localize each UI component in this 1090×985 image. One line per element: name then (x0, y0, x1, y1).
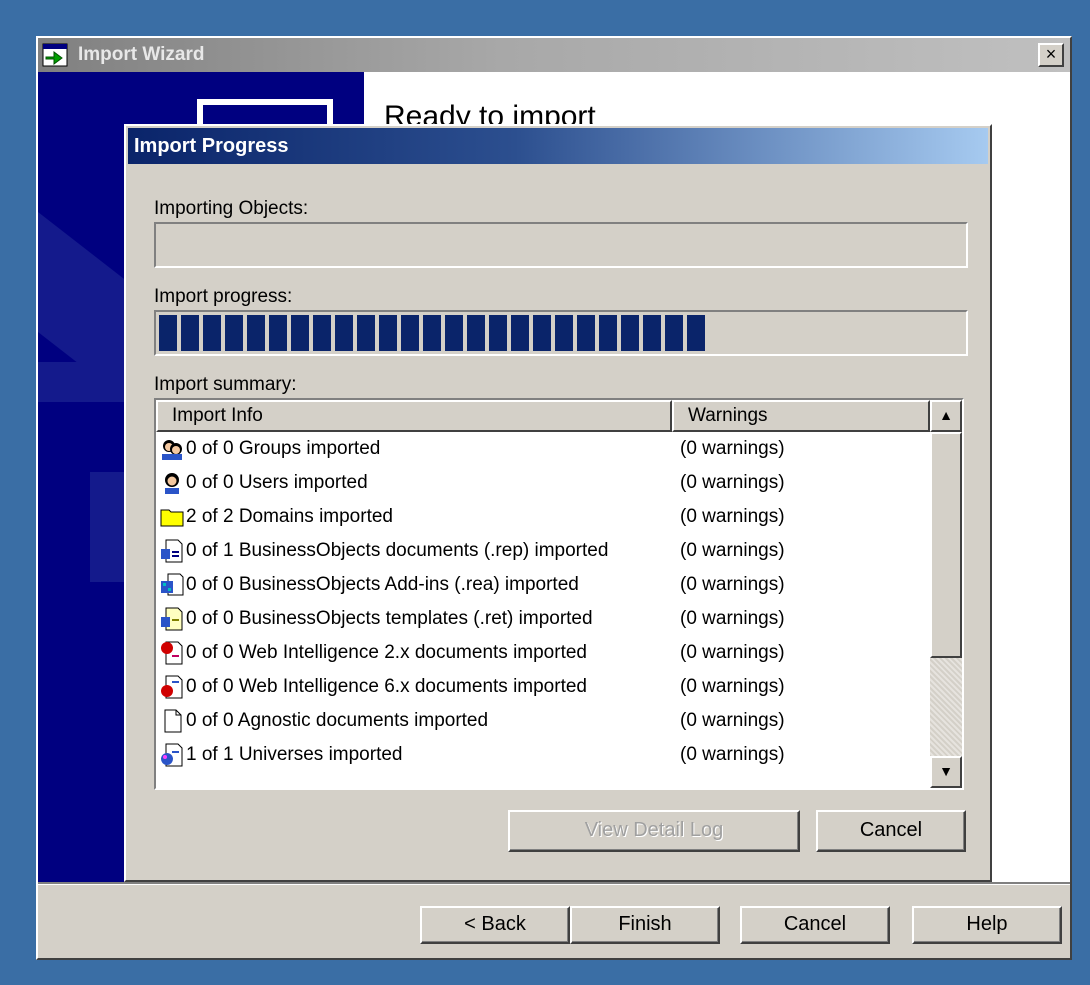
import-summary-list[interactable]: Import Info Warnings 0 of 0 Groups impor… (154, 398, 964, 790)
row-warnings: (0 warnings) (680, 608, 785, 629)
help-button[interactable]: Help (912, 906, 1062, 944)
row-info: 0 of 0 BusinessObjects templates (.ret) … (186, 608, 593, 629)
vertical-scrollbar[interactable]: ▲ ▼ (930, 400, 962, 788)
groups-icon (162, 440, 182, 460)
row-info: 2 of 2 Domains imported (186, 506, 393, 527)
wizard-title: Import Wizard (78, 44, 205, 65)
view-detail-log-button[interactable]: View Detail Log (508, 810, 800, 852)
wizard-titlebar: Import Wizard × (38, 38, 1070, 72)
table-row[interactable]: 0 of 0 Users imported (0 warnings) (156, 466, 930, 500)
summary-rows: 0 of 0 Groups imported (0 warnings) 0 of… (156, 432, 930, 772)
import-summary-label: Import summary: (154, 374, 297, 395)
addin-icon (161, 573, 184, 596)
row-info: 0 of 0 Web Intelligence 2.x documents im… (186, 642, 587, 663)
dialog-cancel-label: Cancel (859, 819, 923, 841)
table-row[interactable]: 2 of 2 Domains imported (0 warnings) (156, 500, 930, 534)
importing-objects-field (154, 222, 968, 268)
view-detail-log-label: View Detail Log (584, 819, 724, 841)
scroll-up-button[interactable]: ▲ (930, 400, 962, 432)
row-warnings: (0 warnings) (680, 472, 785, 493)
table-row[interactable]: 0 of 0 Web Intelligence 2.x documents im… (156, 636, 930, 670)
progress-fill (159, 315, 709, 351)
row-warnings: (0 warnings) (680, 506, 785, 527)
row-info: 0 of 1 BusinessObjects documents (.rep) … (186, 540, 609, 561)
help-button-label: Help (966, 913, 1008, 935)
row-info: 0 of 0 Web Intelligence 6.x documents im… (186, 676, 587, 697)
row-info: 0 of 0 Users imported (186, 472, 368, 493)
wizard-separator (38, 882, 1070, 885)
column-header-import-info[interactable]: Import Info (156, 400, 672, 432)
table-row[interactable]: 0 of 0 BusinessObjects Add-ins (.rea) im… (156, 568, 930, 602)
back-button-label: < Back (464, 913, 526, 935)
table-row[interactable]: 0 of 0 Agnostic documents imported (0 wa… (156, 704, 930, 738)
finish-button[interactable]: Finish (570, 906, 720, 944)
webi2-document-icon (161, 641, 183, 665)
row-info: 0 of 0 Agnostic documents imported (186, 710, 489, 731)
row-warnings: (0 warnings) (680, 574, 785, 595)
wizard-cancel-button[interactable]: Cancel (740, 906, 890, 944)
table-row[interactable]: 0 of 0 Groups imported (0 warnings) (156, 432, 930, 466)
column-header-import-info-label: Import Info (172, 405, 263, 426)
dialog-titlebar: Import Progress (128, 128, 988, 164)
table-row[interactable]: 0 of 0 Web Intelligence 6.x documents im… (156, 670, 930, 704)
table-row[interactable]: 0 of 1 BusinessObjects documents (.rep) … (156, 534, 930, 568)
dialog-cancel-button[interactable]: Cancel (816, 810, 966, 852)
row-warnings: (0 warnings) (680, 642, 785, 663)
import-arrow-icon (42, 43, 68, 67)
row-warnings: (0 warnings) (680, 438, 785, 459)
column-header-warnings[interactable]: Warnings (672, 400, 930, 432)
rep-document-icon (161, 539, 183, 563)
scrollbar-thumb[interactable] (930, 432, 962, 658)
table-row[interactable]: 0 of 0 BusinessObjects templates (.ret) … (156, 602, 930, 636)
import-progress-label: Import progress: (154, 286, 293, 307)
close-icon: × (1045, 44, 1057, 64)
scroll-up-icon: ▲ (939, 407, 953, 423)
finish-button-label: Finish (618, 913, 672, 935)
close-button[interactable]: × (1038, 43, 1064, 67)
webi6-document-icon (161, 675, 183, 699)
back-button[interactable]: < Back (420, 906, 570, 944)
import-progress-dialog: Import Progress Importing Objects: Impor… (124, 124, 992, 882)
importing-objects-label: Importing Objects: (154, 198, 309, 219)
folder-icon (160, 509, 184, 527)
universe-icon (161, 743, 183, 767)
row-warnings: (0 warnings) (680, 744, 785, 765)
wizard-cancel-label: Cancel (783, 913, 847, 935)
import-progress-bar (154, 310, 968, 356)
row-info: 0 of 0 Groups imported (186, 438, 381, 459)
template-icon (161, 607, 183, 631)
row-warnings: (0 warnings) (680, 676, 785, 697)
row-info: 1 of 1 Universes imported (186, 744, 403, 765)
column-header-warnings-label: Warnings (688, 405, 768, 426)
row-info: 0 of 0 BusinessObjects Add-ins (.rea) im… (186, 574, 579, 595)
row-warnings: (0 warnings) (680, 710, 785, 731)
blank-document-icon (164, 709, 182, 733)
user-icon (165, 473, 179, 494)
row-warnings: (0 warnings) (680, 540, 785, 561)
scroll-down-icon: ▼ (939, 763, 953, 779)
table-row[interactable]: 1 of 1 Universes imported (0 warnings) (156, 738, 930, 772)
scroll-down-button[interactable]: ▼ (930, 756, 962, 788)
dialog-title: Import Progress (134, 135, 289, 157)
